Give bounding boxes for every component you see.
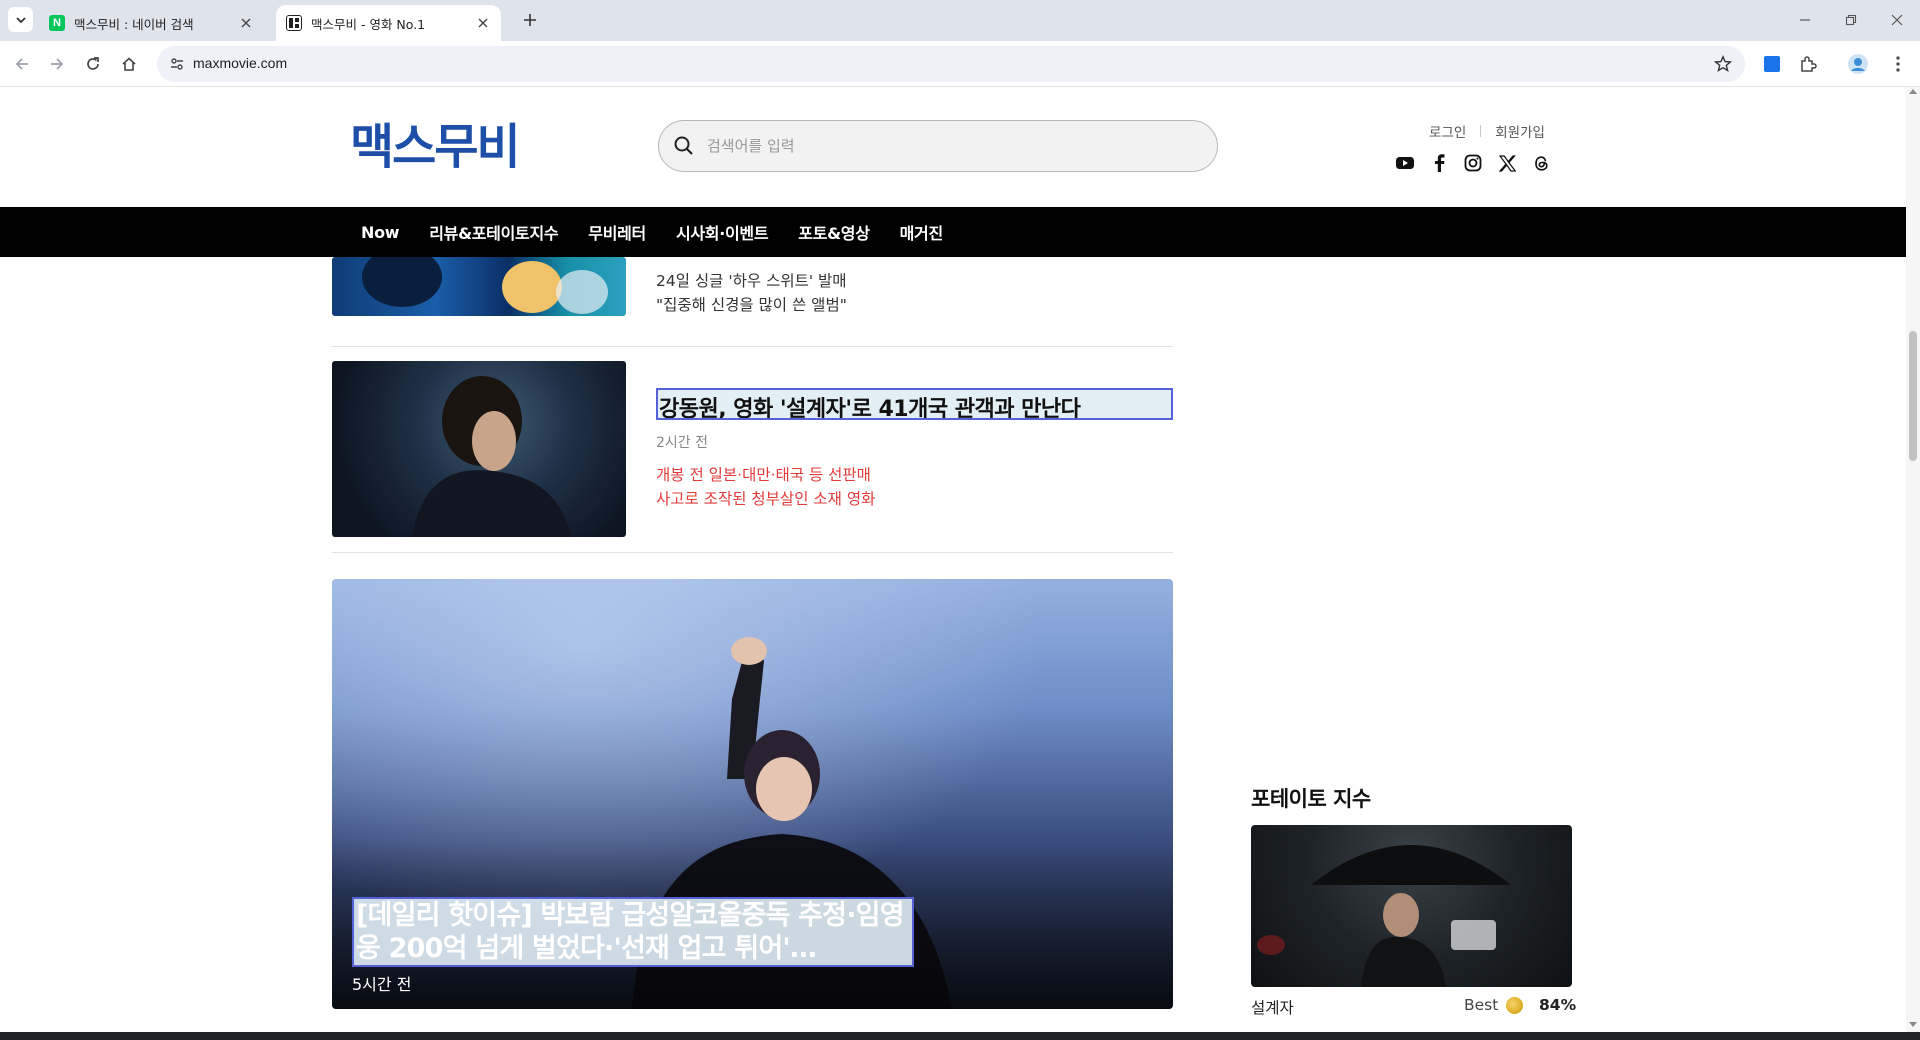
scroll-up-arrow-icon[interactable] <box>1909 89 1917 94</box>
address-bar[interactable]: maxmovie.com <box>157 46 1745 82</box>
youtube-icon[interactable] <box>1395 153 1415 173</box>
search-input[interactable] <box>707 133 1187 159</box>
maxmovie-icon <box>286 15 302 31</box>
close-icon <box>1891 14 1903 26</box>
arrow-left-icon <box>15 58 28 70</box>
url-text: maxmovie.com <box>193 55 288 71</box>
nav-item-magazine[interactable]: 매거진 <box>900 220 944 244</box>
article-summary: 24일 싱글 '하우 스위트' 발매 "집중해 신경을 많이 쓴 앨범" <box>656 269 847 317</box>
main-navigation: Now 리뷰&포테이토지수 무비레터 시사회·이벤트 포토&영상 매거진 <box>0 207 1906 257</box>
browser-tab-bar: N 맥스무비 : 네이버 검색 맥스무비 - 영화 No.1 <box>0 0 1920 41</box>
forward-button[interactable] <box>45 52 69 76</box>
browser-tab-naver[interactable]: N 맥스무비 : 네이버 검색 <box>39 5 264 41</box>
arrow-right-icon <box>51 58 64 70</box>
x-icon[interactable] <box>1497 153 1517 173</box>
potato-icon <box>1506 996 1524 1014</box>
site-info-icon[interactable] <box>167 54 187 74</box>
extension-ui-icon[interactable] <box>1760 52 1784 76</box>
article-title[interactable]: 강동원, 영화 '설계자'로 41개국 관객과 만난다 <box>656 388 1173 420</box>
chevron-down-icon <box>15 16 26 23</box>
featured-article-card[interactable]: [데일리 핫이슈] 박보람 급성알코올중독 추정·임영웅 200억 넘게 벌었다… <box>332 579 1173 1009</box>
article-summary: 개봉 전 일본·대만·태국 등 선판매 사고로 조작된 청부살인 소재 영화 <box>656 463 875 511</box>
close-icon[interactable] <box>475 15 491 31</box>
minimize-icon <box>1800 19 1810 21</box>
featured-title[interactable]: [데일리 핫이슈] 박보람 급성알코올중독 추정·임영웅 200억 넘게 벌었다… <box>352 897 914 967</box>
nav-menu: Now 리뷰&포테이토지수 무비레터 시사회·이벤트 포토&영상 매거진 <box>361 207 943 257</box>
nav-item-photo-video[interactable]: 포토&영상 <box>798 220 870 244</box>
nav-item-events[interactable]: 시사회·이벤트 <box>676 220 769 244</box>
social-links <box>1395 153 1551 173</box>
minimize-button[interactable] <box>1793 8 1817 32</box>
article-thumbnail[interactable] <box>332 361 626 537</box>
site-header: 맥스무비 로그인 회원가입 <box>0 87 1906 207</box>
bookmark-star-icon[interactable] <box>1713 54 1733 74</box>
naver-icon: N <box>49 15 65 31</box>
divider <box>1480 125 1482 137</box>
restore-icon <box>1845 14 1857 26</box>
restore-button[interactable] <box>1839 8 1863 32</box>
divider <box>332 346 1173 347</box>
page-scrollbar[interactable] <box>1906 87 1920 1032</box>
login-link[interactable]: 로그인 <box>1429 121 1466 141</box>
tab-title: 맥스무비 : 네이버 검색 <box>74 16 194 32</box>
featured-time: 5시간 전 <box>352 975 412 994</box>
browser-toolbar: maxmovie.com <box>0 41 1920 87</box>
threads-icon[interactable] <box>1531 153 1551 173</box>
signup-link[interactable]: 회원가입 <box>1495 121 1545 141</box>
tab-title: 맥스무비 - 영화 No.1 <box>311 16 426 32</box>
summary-line: "집중해 신경을 많이 쓴 앨범" <box>656 296 847 314</box>
home-button[interactable] <box>117 52 141 76</box>
scroll-down-arrow-icon[interactable] <box>1909 1022 1917 1027</box>
potato-percent: 84% <box>1539 996 1577 1014</box>
new-tab-button[interactable] <box>520 10 540 30</box>
extensions-puzzle-icon[interactable] <box>1796 52 1820 76</box>
article-time: 2시간 전 <box>656 435 708 451</box>
back-button[interactable] <box>10 52 34 76</box>
auth-links: 로그인 회원가입 <box>1429 121 1545 141</box>
site-logo[interactable]: 맥스무비 <box>350 123 521 171</box>
close-icon[interactable] <box>238 15 254 31</box>
potato-movie-name[interactable]: 설계자 <box>1251 996 1294 1018</box>
potato-movie-thumbnail[interactable] <box>1251 825 1572 987</box>
instagram-icon[interactable] <box>1463 153 1483 173</box>
tab-search-button[interactable] <box>8 7 33 32</box>
article-thumbnail[interactable] <box>332 257 626 316</box>
window-close-button[interactable] <box>1885 8 1909 32</box>
summary-line: 사고로 조작된 청부살인 소재 영화 <box>656 490 876 508</box>
search-box[interactable] <box>658 120 1218 172</box>
window-bottom-edge <box>0 1032 1920 1040</box>
grade-label: Best <box>1464 996 1499 1014</box>
reload-button[interactable] <box>81 52 105 76</box>
plus-icon <box>524 14 536 26</box>
more-menu-icon[interactable] <box>1886 52 1910 76</box>
divider <box>332 552 1173 553</box>
facebook-icon[interactable] <box>1429 153 1449 173</box>
home-icon <box>122 57 136 71</box>
summary-line: 개봉 전 일본·대만·태국 등 선판매 <box>656 466 871 484</box>
nav-item-movie-letter[interactable]: 무비레터 <box>588 220 646 244</box>
reload-icon <box>87 57 99 70</box>
potato-grade: Best <box>1464 996 1524 1014</box>
summary-line: 24일 싱글 '하우 스위트' 발매 <box>656 272 847 290</box>
search-icon[interactable] <box>673 135 695 157</box>
nav-item-now[interactable]: Now <box>361 223 400 242</box>
web-page: 24일 싱글 '하우 스위트' 발매 "집중해 신경을 많이 쓴 앨범" 강동원… <box>0 87 1906 1032</box>
profile-avatar-icon[interactable] <box>1846 52 1870 76</box>
potato-index-title: 포테이토 지수 <box>1251 787 1371 811</box>
scrollbar-thumb[interactable] <box>1909 331 1917 461</box>
browser-tab-maxmovie[interactable]: 맥스무비 - 영화 No.1 <box>276 5 501 41</box>
nav-item-reviews[interactable]: 리뷰&포테이토지수 <box>429 220 558 244</box>
